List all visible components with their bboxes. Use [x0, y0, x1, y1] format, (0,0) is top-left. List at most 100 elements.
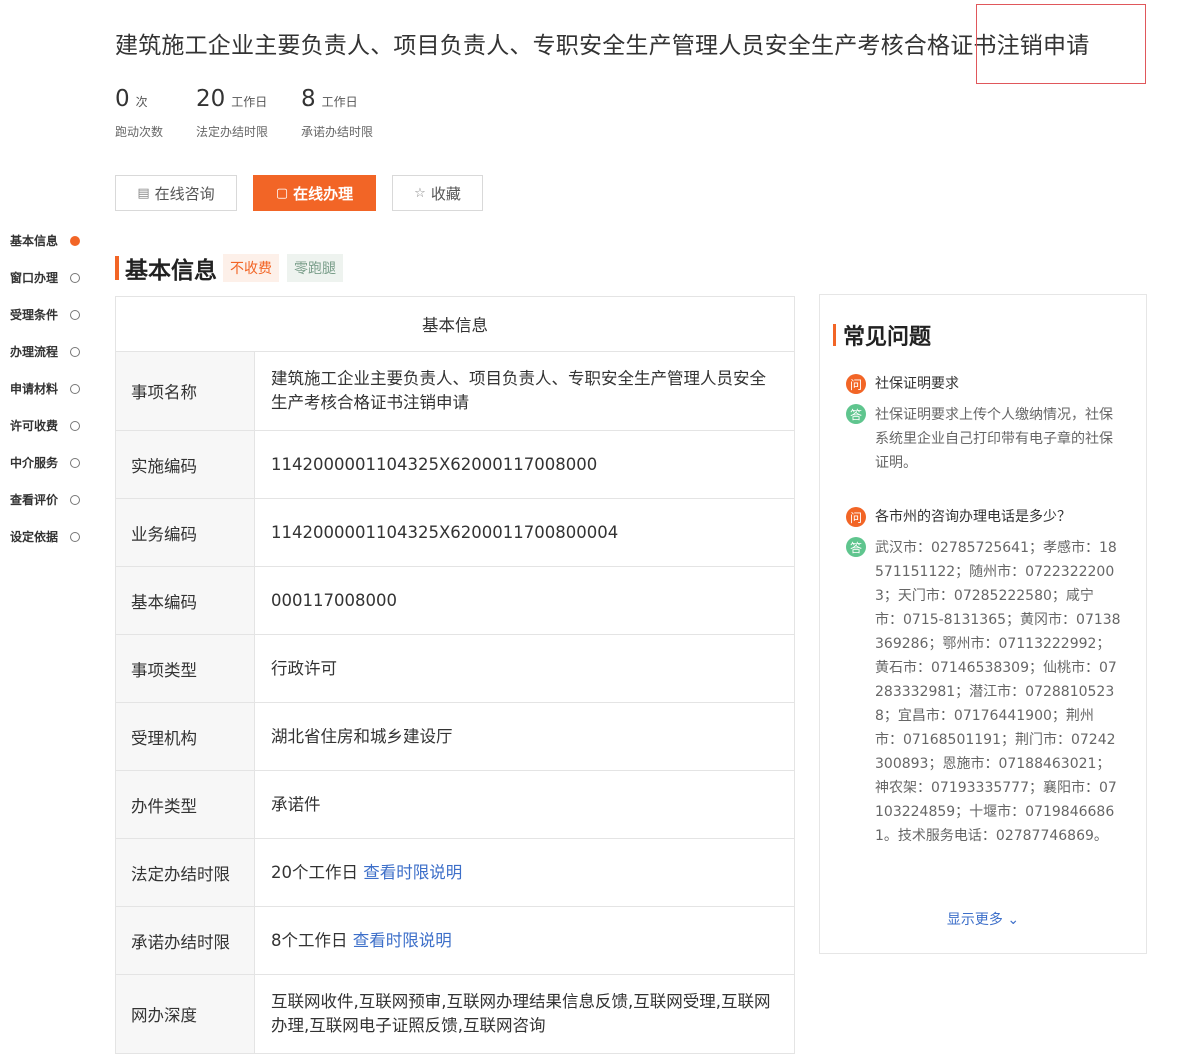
row-key: 办件类型 — [115, 770, 255, 839]
question-badge-icon: 问 — [846, 507, 866, 527]
faq-question-line: 问 社保证明要求 — [846, 373, 1126, 395]
stat-promised-limit: 8 工作日 承诺办结时限 — [301, 84, 373, 140]
table-row: 基本编码 000117008000 — [115, 566, 795, 635]
side-nav: 基本信息 窗口办理 受理条件 办理流程 申请材料 许可收费 中介服务 查看评价 … — [10, 222, 80, 555]
table-row: 网办深度 互联网收件,互联网预审,互联网办理结果信息反馈,互联网受理,互联网办理… — [115, 974, 795, 1054]
faq-answer: 武汉市：02785725641；孝感市：18571151122；随州市：0722… — [875, 540, 1121, 844]
row-key: 法定办结时限 — [115, 838, 255, 907]
faq-question: 社保证明要求 — [875, 376, 959, 392]
nav-item-conditions[interactable]: 受理条件 — [10, 296, 80, 333]
answer-badge-icon: 答 — [846, 404, 866, 424]
faq-item: 问 各市州的咨询办理电话是多少？ 答 武汉市：02785725641；孝感市：1… — [846, 506, 1126, 848]
button-label: 收藏 — [430, 184, 461, 203]
table-row: 办件类型 承诺件 — [115, 770, 795, 839]
row-value: 1142000001104325X6200011700800004 — [254, 498, 795, 567]
faq-answer-line: 答 社保证明要求上传个人缴纳情况，社保系统里企业自己打印带有电子章的社保证明。 — [846, 403, 1126, 475]
star-icon: ☆ — [414, 185, 426, 201]
stat-label: 承诺办结时限 — [301, 125, 374, 139]
faq-title: 常见问题 — [843, 325, 932, 350]
faq-question: 各市州的咨询办理电话是多少？ — [875, 509, 1071, 525]
nav-dot — [70, 346, 80, 357]
nav-item-reviews[interactable]: 查看评价 — [10, 481, 80, 518]
document-icon: ▢ — [275, 185, 289, 201]
table-header-row: 基本信息 — [115, 296, 795, 352]
nav-label: 基本信息 — [10, 234, 59, 248]
stat-value: 20 — [196, 86, 226, 112]
faq-answer-line: 答 武汉市：02785725641；孝感市：18571151122；随州市：07… — [846, 536, 1126, 848]
row-value: 20个工作日 查看时限说明 — [254, 838, 795, 907]
nav-item-process[interactable]: 办理流程 — [10, 333, 80, 370]
nav-dot — [70, 272, 80, 283]
nav-item-basis[interactable]: 设定依据 — [10, 518, 80, 555]
row-key: 网办深度 — [115, 974, 255, 1054]
nav-dot — [70, 383, 80, 394]
stat-value: 8 — [301, 86, 316, 112]
highlight-box — [976, 4, 1146, 84]
nav-dot — [70, 457, 80, 468]
basic-info-table: 基本信息 事项名称 建筑施工企业主要负责人、项目负责人、专职安全生产管理人员安全… — [115, 296, 795, 1054]
question-badge-icon: 问 — [846, 374, 866, 394]
row-value: 000117008000 — [254, 566, 795, 635]
stat-unit: 次 — [135, 95, 148, 109]
stat-trips: 0次 跑动次数 — [115, 84, 163, 140]
online-handle-button[interactable]: ▢ 在线办理 — [253, 175, 376, 211]
row-key: 事项名称 — [115, 351, 255, 431]
nav-dot — [70, 309, 80, 320]
stat-label: 跑动次数 — [115, 125, 164, 139]
chevron-down-icon: ⌄ — [1007, 912, 1020, 928]
online-consult-button[interactable]: ▤ 在线咨询 — [115, 175, 237, 211]
nav-item-agency[interactable]: 中介服务 — [10, 444, 80, 481]
table-row: 业务编码 1142000001104325X6200011700800004 — [115, 498, 795, 567]
nav-dot — [70, 531, 80, 542]
nav-item-basic-info[interactable]: 基本信息 — [10, 222, 80, 259]
accent-bar — [833, 324, 836, 346]
favorite-button[interactable]: ☆ 收藏 — [392, 175, 483, 211]
row-value-text: 20个工作日 — [271, 862, 358, 882]
nav-label: 中介服务 — [10, 456, 59, 470]
answer-badge-icon: 答 — [846, 537, 866, 557]
table-row: 受理机构 湖北省住房和城乡建设厅 — [115, 702, 795, 771]
action-bar: ▤ 在线咨询 ▢ 在线办理 ☆ 收藏 — [115, 175, 499, 211]
nav-dot — [70, 235, 80, 246]
faq-answer: 社保证明要求上传个人缴纳情况，社保系统里企业自己打印带有电子章的社保证明。 — [875, 407, 1113, 471]
nav-label: 许可收费 — [10, 419, 59, 433]
stat-label: 法定办结时限 — [196, 125, 269, 139]
row-key: 受理机构 — [115, 702, 255, 771]
time-limit-link[interactable]: 查看时限说明 — [363, 863, 462, 882]
section-title: 基本信息 — [125, 258, 217, 284]
stat-value: 0 — [115, 86, 130, 112]
nav-dot — [70, 420, 80, 431]
table-row: 实施编码 1142000001104325X62000117008000 — [115, 430, 795, 499]
show-more-label: 显示更多 — [946, 912, 1003, 928]
table-header: 基本信息 — [115, 296, 795, 352]
row-key: 基本编码 — [115, 566, 255, 635]
row-value: 1142000001104325X62000117008000 — [254, 430, 795, 499]
row-value-text: 8个工作日 — [271, 930, 348, 950]
show-more-link[interactable]: 显示更多 ⌄ — [820, 909, 1146, 929]
nav-item-fees[interactable]: 许可收费 — [10, 407, 80, 444]
nav-dot — [70, 494, 80, 505]
table-row: 事项名称 建筑施工企业主要负责人、项目负责人、专职安全生产管理人员安全生产考核合… — [115, 351, 795, 431]
faq-item: 问 社保证明要求 答 社保证明要求上传个人缴纳情况，社保系统里企业自己打印带有电… — [846, 373, 1126, 475]
accent-bar — [115, 256, 119, 280]
stats-bar: 0次 跑动次数 20 工作日 法定办结时限 8 工作日 承诺办结时限 — [115, 84, 406, 140]
nav-item-window[interactable]: 窗口办理 — [10, 259, 80, 296]
table-row: 法定办结时限 20个工作日 查看时限说明 — [115, 838, 795, 907]
tag-zero-trip: 零跑腿 — [287, 254, 343, 282]
faq-panel: 常见问题 问 社保证明要求 答 社保证明要求上传个人缴纳情况，社保系统里企业自己… — [819, 294, 1147, 954]
tag-no-fee: 不收费 — [223, 254, 279, 282]
button-label: 在线办理 — [293, 184, 354, 203]
time-limit-link[interactable]: 查看时限说明 — [353, 931, 452, 950]
nav-label: 受理条件 — [10, 308, 59, 322]
stat-legal-limit: 20 工作日 法定办结时限 — [196, 84, 268, 140]
chat-icon: ▤ — [137, 185, 150, 201]
row-value: 承诺件 — [254, 770, 795, 839]
nav-item-materials[interactable]: 申请材料 — [10, 370, 80, 407]
stat-unit: 工作日 — [231, 95, 268, 109]
section-header: 基本信息 不收费 零跑腿 — [115, 251, 351, 285]
faq-header: 常见问题 — [833, 319, 931, 351]
row-key: 实施编码 — [115, 430, 255, 499]
row-value: 互联网收件,互联网预审,互联网办理结果信息反馈,互联网受理,互联网办理,互联网电… — [254, 974, 795, 1054]
row-key: 业务编码 — [115, 498, 255, 567]
nav-label: 办理流程 — [10, 345, 59, 359]
